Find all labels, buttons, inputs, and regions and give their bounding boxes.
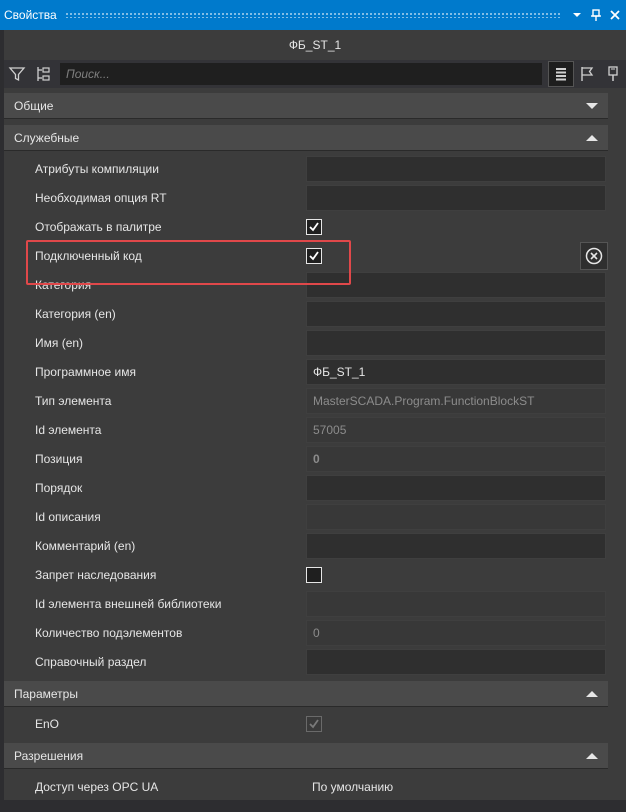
property-row: Необходимая опция RT [24,183,608,212]
category-parameters[interactable]: Параметры [4,681,608,707]
property-row: Атрибуты компиляции [24,154,608,183]
property-value [306,562,606,588]
bottom-edge [0,800,626,812]
chevron-down-icon[interactable] [586,102,598,110]
property-label: Категория [35,277,92,292]
property-value[interactable] [306,648,606,675]
property-label: Программное имя [35,364,136,379]
property-value[interactable] [306,155,606,182]
checkmark-icon [309,221,319,231]
property-row: Позиция 0 [24,444,608,473]
search-box[interactable] [60,63,542,85]
checkmark-icon [309,718,319,728]
category-service[interactable]: Служебные [4,125,608,151]
property-row: Имя (en) [24,328,608,357]
property-row: Доступ через OPC UA По умолчанию [24,772,608,801]
search-input[interactable] [66,67,542,81]
property-label: Порядок [35,480,83,495]
property-label: Тип элемента [35,393,112,408]
chevron-down-icon[interactable] [569,7,585,23]
property-value[interactable] [306,184,606,211]
property-value [306,590,606,617]
property-label: Необходимая опция RT [35,190,167,205]
list-icon[interactable] [548,61,574,87]
category-general[interactable]: Общие [4,93,608,119]
property-label: Id элемента внешней библиотеки [35,596,222,611]
property-label: Имя (en) [35,335,84,350]
property-value[interactable] [306,271,606,298]
property-label: Доступ через OPC UA [35,779,159,794]
property-value[interactable] [306,300,606,327]
property-label: Комментарий (en) [35,538,136,553]
property-label: Категория (en) [35,306,116,321]
property-value[interactable]: 0 [306,445,606,472]
property-label: Подключенный код [35,248,142,263]
property-row: Программное имя ФБ_ST_1 [24,357,608,386]
property-value: 0 [306,619,606,646]
flag-icon[interactable] [574,61,600,87]
property-value[interactable]: По умолчанию [306,774,606,800]
clear-button[interactable] [580,242,608,270]
pin-icon[interactable] [588,7,604,23]
property-row: Порядок [24,473,608,502]
sort-icon[interactable] [30,61,56,87]
window-title: Свойства [4,8,57,22]
property-label: Позиция [35,451,83,466]
show-in-palette-checkbox[interactable] [306,218,322,235]
property-label: Справочный раздел [35,654,147,669]
property-row: Категория (en) [24,299,608,328]
property-row: Отображать в палитре [24,212,608,241]
property-value: 57005 [306,416,606,443]
category-service-label: Служебные [14,130,80,145]
property-value [306,711,606,737]
object-name: ФБ_ST_1 [4,30,626,60]
property-row: Количество подэлементов 0 [24,618,608,647]
chevron-up-icon[interactable] [586,690,598,698]
property-label: Атрибуты компиляции [35,161,159,176]
property-value[interactable] [306,532,606,559]
filter-icon[interactable] [4,61,30,87]
chevron-up-icon[interactable] [586,752,598,760]
property-row: Справочный раздел [24,647,608,676]
property-row: Id элемента 57005 [24,415,608,444]
property-label: Количество подэлементов [35,625,183,640]
connected-code-checkbox[interactable] [306,247,322,264]
property-label: Запрет наследования [35,567,157,582]
category-permissions[interactable]: Разрешения [4,743,608,769]
property-row: Подключенный код [24,241,608,270]
eno-checkbox [306,715,322,732]
checkmark-icon [309,250,319,260]
close-icon[interactable] [607,7,623,23]
property-row: EnO [24,709,608,738]
property-label: Id описания [35,509,101,524]
category-permissions-label: Разрешения [14,748,84,763]
property-value [306,243,606,269]
property-row: Id элемента внешней библиотеки [24,589,608,618]
property-row: Тип элемента MasterSCADA.Program.Functio… [24,386,608,415]
property-row: Категория [24,270,608,299]
close-circle-icon [585,247,603,265]
drag-grip[interactable] [64,12,561,18]
chevron-up-icon[interactable] [586,134,598,142]
property-label: Id элемента [35,422,102,437]
property-value[interactable] [306,474,606,501]
property-value [306,503,606,530]
window-titlebar: Свойства [0,0,626,30]
properties-toolbar [4,60,626,88]
category-general-label: Общие [14,98,54,113]
property-label: EnO [35,716,60,731]
property-row: Запрет наследования [24,560,608,589]
marker-icon[interactable] [600,61,626,87]
property-row: Id описания [24,502,608,531]
property-value[interactable] [306,329,606,356]
property-row: Комментарий (en) [24,531,608,560]
property-value[interactable]: ФБ_ST_1 [306,358,606,385]
property-value: MasterSCADA.Program.FunctionBlockST [306,387,606,414]
category-parameters-label: Параметры [14,686,78,701]
inheritance-ban-checkbox[interactable] [306,566,322,583]
property-label: Отображать в палитре [35,219,162,234]
property-value [306,214,606,240]
